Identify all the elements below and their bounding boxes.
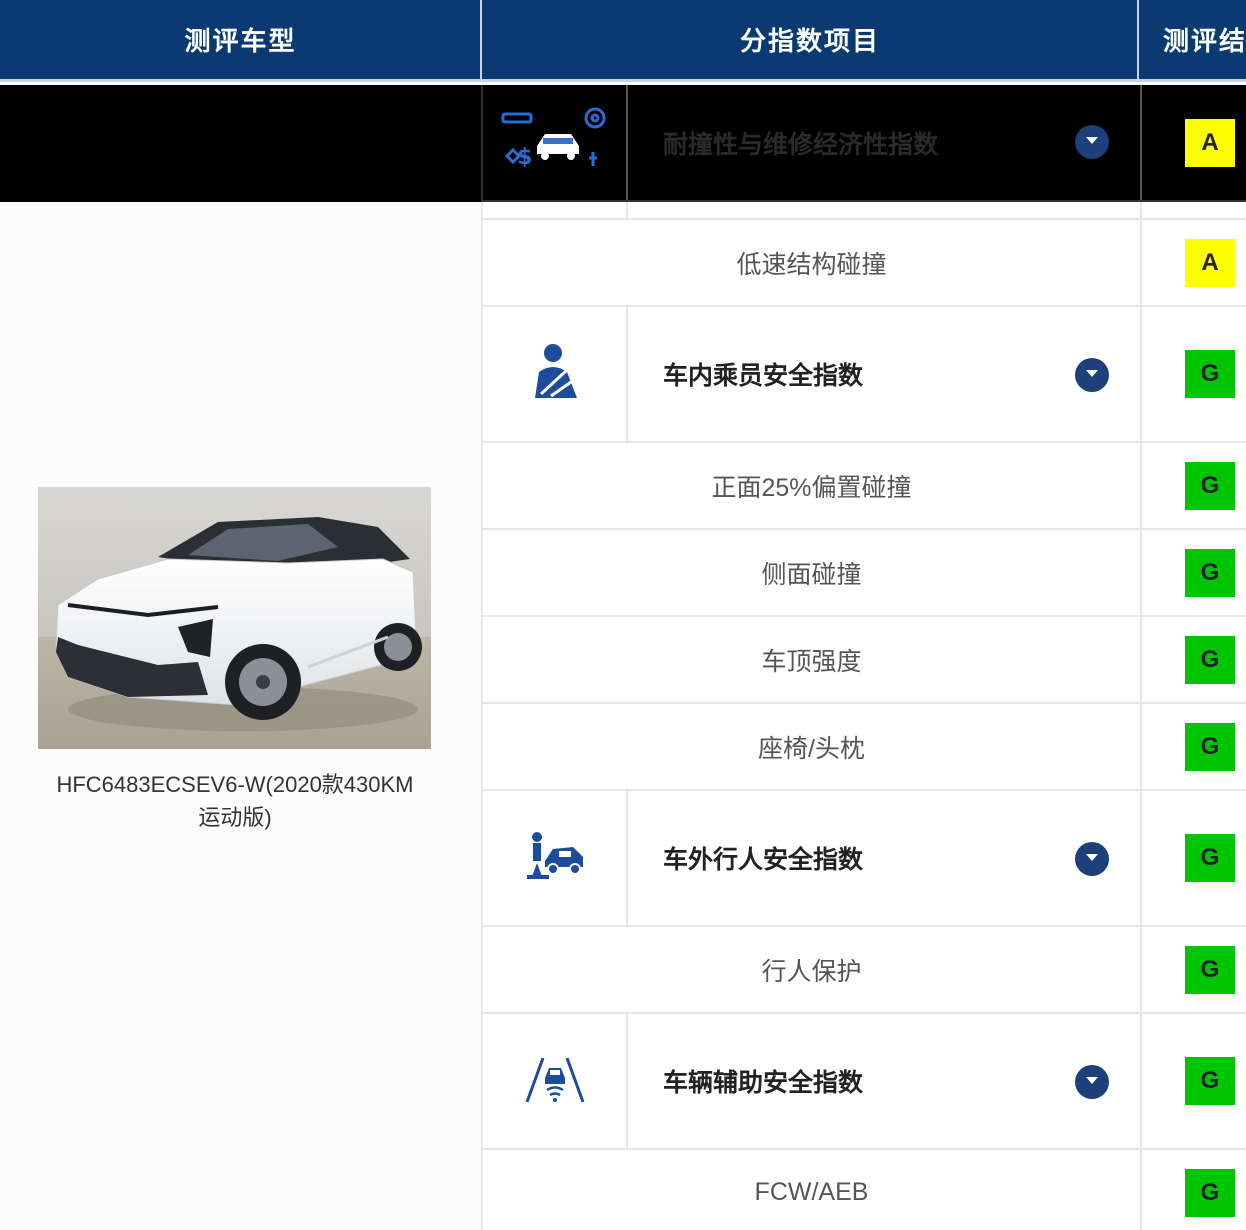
result-cell: G: [1140, 704, 1246, 789]
index-label: 车内乘员安全指数: [663, 362, 864, 390]
sub-row-roof-strength: 车顶强度 G: [481, 617, 1246, 704]
rating-badge: G: [1185, 945, 1235, 994]
chevron-down-icon: [1085, 850, 1099, 868]
rating-badge: G: [1185, 548, 1235, 597]
index-label: 车辆辅助安全指数: [663, 1069, 864, 1097]
sub-row-pedestrian-protection: 行人保护 G: [481, 927, 1246, 1014]
sub-item-label: 车顶强度: [761, 647, 862, 676]
chevron-down-icon: [1085, 133, 1099, 151]
rating-badge: G: [1185, 722, 1235, 771]
expand-button[interactable]: [1075, 125, 1109, 159]
sub-row-low-speed-crash: 低速结构碰撞 A: [481, 220, 1246, 307]
rating-badge: G: [1185, 350, 1235, 398]
result-cell: G: [1140, 791, 1246, 925]
index-row-occupant-safety[interactable]: 车内乘员安全指数 G: [481, 307, 1246, 443]
sub-row-side-crash: 侧面碰撞 G: [481, 530, 1246, 617]
chevron-down-icon: [1085, 366, 1099, 384]
expand-button[interactable]: [1075, 842, 1109, 876]
svg-text:$: $: [517, 145, 532, 170]
sub-item-label: 座椅/头枕: [758, 734, 865, 763]
table-header: 测评车型 分指数项目 测评结果: [0, 0, 1246, 82]
rating-badge: A: [1185, 238, 1235, 287]
result-cell: G: [1140, 617, 1246, 702]
rating-badge: G: [1185, 635, 1235, 684]
header-vehicle-model: 测评车型: [184, 26, 297, 56]
icon-cell: [483, 202, 628, 218]
sub-item-label: 低速结构碰撞: [736, 250, 887, 279]
repair-economy-icon: $: [497, 100, 613, 185]
vehicle-model-code: HFC6483ECSEV6-W(2020款430KM: [56, 772, 414, 797]
sub-item-label: 正面25%偏置碰撞: [711, 473, 912, 502]
result-cell: A: [1140, 85, 1246, 200]
rating-badge: G: [1185, 834, 1235, 882]
result-cell: G: [1140, 530, 1246, 615]
index-label: 耐撞性与维修经济性指数: [663, 130, 939, 159]
row-spacer: [481, 202, 1246, 220]
expand-button[interactable]: [1075, 1065, 1109, 1099]
sub-row-seat-headrest: 座椅/头枕 G: [481, 704, 1246, 791]
expand-button[interactable]: [1075, 358, 1109, 392]
index-row-durability[interactable]: $ 耐撞性与维修经济性指数 A: [481, 85, 1246, 202]
icon-cell: [483, 307, 628, 441]
pedestrian-car-icon: [523, 831, 587, 886]
lane-assist-icon: [525, 1054, 585, 1109]
result-cell: G: [1140, 1014, 1246, 1148]
result-cell: G: [1140, 927, 1246, 1012]
result-cell: G: [1140, 1150, 1246, 1230]
index-label: 车外行人安全指数: [663, 846, 864, 874]
vehicle-photo: [38, 487, 431, 749]
index-row-driver-assist-safety[interactable]: 车辆辅助安全指数 G: [481, 1014, 1246, 1150]
seatbelt-occupant-icon: [527, 342, 583, 407]
header-index-items: 分指数项目: [739, 26, 880, 56]
rating-badge: G: [1185, 1168, 1235, 1217]
vehicle-model-version: 运动版): [198, 805, 272, 830]
sub-row-frontal-25-offset: 正面25%偏置碰撞 G: [481, 443, 1246, 530]
rating-badge: A: [1185, 118, 1235, 167]
sub-item-label: 行人保护: [761, 957, 862, 986]
result-cell: G: [1140, 443, 1246, 528]
sub-item-label: 侧面碰撞: [761, 560, 862, 589]
icon-cell: [483, 1014, 628, 1148]
rating-badge: G: [1185, 1057, 1235, 1105]
vehicle-model-caption: HFC6483ECSEV6-W(2020款430KM 运动版): [20, 768, 450, 834]
index-row-pedestrian-safety[interactable]: 车外行人安全指数 G: [481, 791, 1246, 927]
header-result: 测评结果: [1163, 26, 1246, 56]
result-cell: [1140, 202, 1246, 218]
icon-cell: [483, 791, 628, 925]
result-cell: A: [1140, 220, 1246, 305]
sub-row-fcw-aeb: FCW/AEB G: [481, 1150, 1246, 1230]
rating-badge: G: [1185, 461, 1235, 510]
chevron-down-icon: [1085, 1073, 1099, 1091]
icon-cell: $: [483, 85, 628, 200]
sub-item-label: FCW/AEB: [754, 1178, 869, 1206]
result-cell: G: [1140, 307, 1246, 441]
